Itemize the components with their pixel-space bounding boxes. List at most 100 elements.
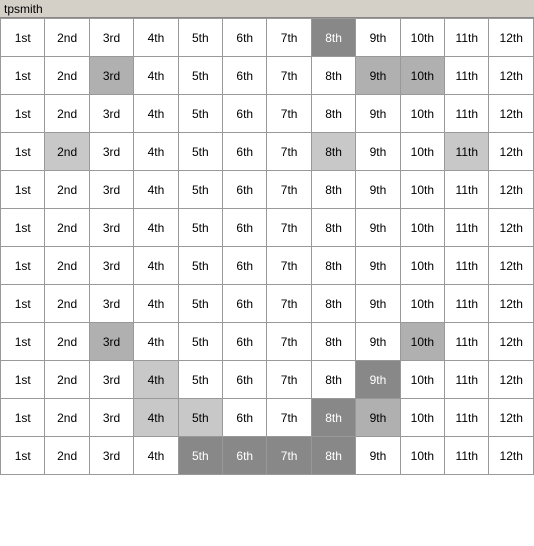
table-cell[interactable]: 3rd [89, 437, 133, 475]
table-cell[interactable]: 4th [134, 361, 178, 399]
table-cell[interactable]: 3rd [89, 285, 133, 323]
table-cell[interactable]: 5th [178, 133, 222, 171]
table-cell[interactable]: 11th [445, 209, 489, 247]
table-cell[interactable]: 4th [134, 95, 178, 133]
table-cell[interactable]: 7th [267, 323, 311, 361]
table-cell[interactable]: 7th [267, 95, 311, 133]
table-cell[interactable]: 5th [178, 95, 222, 133]
table-cell[interactable]: 2nd [45, 133, 89, 171]
table-cell[interactable]: 12th [489, 209, 534, 247]
table-cell[interactable]: 1st [1, 95, 45, 133]
table-cell[interactable]: 3rd [89, 361, 133, 399]
table-cell[interactable]: 11th [445, 361, 489, 399]
table-cell[interactable]: 7th [267, 57, 311, 95]
table-cell[interactable]: 8th [311, 437, 355, 475]
table-cell[interactable]: 6th [223, 19, 267, 57]
table-cell[interactable]: 12th [489, 285, 534, 323]
table-cell[interactable]: 12th [489, 19, 534, 57]
table-cell[interactable]: 11th [445, 399, 489, 437]
table-cell[interactable]: 10th [400, 323, 444, 361]
table-cell[interactable]: 12th [489, 57, 534, 95]
table-cell[interactable]: 10th [400, 209, 444, 247]
table-cell[interactable]: 4th [134, 19, 178, 57]
table-cell[interactable]: 5th [178, 209, 222, 247]
table-cell[interactable]: 8th [311, 285, 355, 323]
table-cell[interactable]: 5th [178, 361, 222, 399]
table-cell[interactable]: 6th [223, 285, 267, 323]
table-cell[interactable]: 2nd [45, 247, 89, 285]
table-cell[interactable]: 10th [400, 95, 444, 133]
table-cell[interactable]: 11th [445, 19, 489, 57]
table-cell[interactable]: 8th [311, 399, 355, 437]
table-cell[interactable]: 11th [445, 57, 489, 95]
table-cell[interactable]: 10th [400, 437, 444, 475]
table-cell[interactable]: 7th [267, 133, 311, 171]
table-cell[interactable]: 2nd [45, 285, 89, 323]
table-cell[interactable]: 1st [1, 133, 45, 171]
table-cell[interactable]: 1st [1, 19, 45, 57]
table-cell[interactable]: 1st [1, 285, 45, 323]
table-cell[interactable]: 8th [311, 57, 355, 95]
table-cell[interactable]: 10th [400, 19, 444, 57]
table-cell[interactable]: 5th [178, 19, 222, 57]
table-cell[interactable]: 12th [489, 171, 534, 209]
table-cell[interactable]: 6th [223, 437, 267, 475]
table-cell[interactable]: 4th [134, 285, 178, 323]
table-cell[interactable]: 11th [445, 247, 489, 285]
table-cell[interactable]: 12th [489, 361, 534, 399]
table-cell[interactable]: 9th [356, 285, 400, 323]
table-cell[interactable]: 5th [178, 171, 222, 209]
table-cell[interactable]: 8th [311, 247, 355, 285]
table-cell[interactable]: 6th [223, 133, 267, 171]
table-cell[interactable]: 2nd [45, 171, 89, 209]
table-cell[interactable]: 10th [400, 57, 444, 95]
table-cell[interactable]: 6th [223, 57, 267, 95]
table-cell[interactable]: 9th [356, 399, 400, 437]
table-cell[interactable]: 12th [489, 133, 534, 171]
table-cell[interactable]: 11th [445, 133, 489, 171]
table-cell[interactable]: 12th [489, 323, 534, 361]
table-cell[interactable]: 5th [178, 285, 222, 323]
table-cell[interactable]: 11th [445, 323, 489, 361]
table-cell[interactable]: 3rd [89, 57, 133, 95]
table-cell[interactable]: 12th [489, 399, 534, 437]
table-cell[interactable]: 10th [400, 247, 444, 285]
table-cell[interactable]: 4th [134, 247, 178, 285]
table-cell[interactable]: 8th [311, 323, 355, 361]
table-cell[interactable]: 3rd [89, 323, 133, 361]
table-cell[interactable]: 7th [267, 171, 311, 209]
table-cell[interactable]: 2nd [45, 323, 89, 361]
table-cell[interactable]: 4th [134, 437, 178, 475]
table-cell[interactable]: 10th [400, 171, 444, 209]
table-cell[interactable]: 1st [1, 323, 45, 361]
table-cell[interactable]: 12th [489, 437, 534, 475]
table-cell[interactable]: 6th [223, 361, 267, 399]
table-cell[interactable]: 8th [311, 361, 355, 399]
table-cell[interactable]: 6th [223, 399, 267, 437]
table-cell[interactable]: 3rd [89, 171, 133, 209]
table-cell[interactable]: 8th [311, 133, 355, 171]
table-cell[interactable]: 9th [356, 209, 400, 247]
table-cell[interactable]: 2nd [45, 19, 89, 57]
table-cell[interactable]: 9th [356, 361, 400, 399]
table-cell[interactable]: 9th [356, 95, 400, 133]
table-cell[interactable]: 11th [445, 95, 489, 133]
grid-container[interactable]: 1st2nd3rd4th5th6th7th8th9th10th11th12th1… [0, 18, 534, 546]
table-cell[interactable]: 4th [134, 57, 178, 95]
table-cell[interactable]: 8th [311, 19, 355, 57]
table-cell[interactable]: 10th [400, 133, 444, 171]
table-cell[interactable]: 1st [1, 247, 45, 285]
table-cell[interactable]: 5th [178, 57, 222, 95]
table-cell[interactable]: 11th [445, 437, 489, 475]
table-cell[interactable]: 9th [356, 247, 400, 285]
table-cell[interactable]: 2nd [45, 57, 89, 95]
table-cell[interactable]: 9th [356, 323, 400, 361]
table-cell[interactable]: 11th [445, 285, 489, 323]
table-cell[interactable]: 7th [267, 209, 311, 247]
table-cell[interactable]: 1st [1, 399, 45, 437]
table-cell[interactable]: 9th [356, 437, 400, 475]
table-cell[interactable]: 8th [311, 171, 355, 209]
table-cell[interactable]: 6th [223, 95, 267, 133]
table-cell[interactable]: 7th [267, 19, 311, 57]
table-cell[interactable]: 10th [400, 399, 444, 437]
